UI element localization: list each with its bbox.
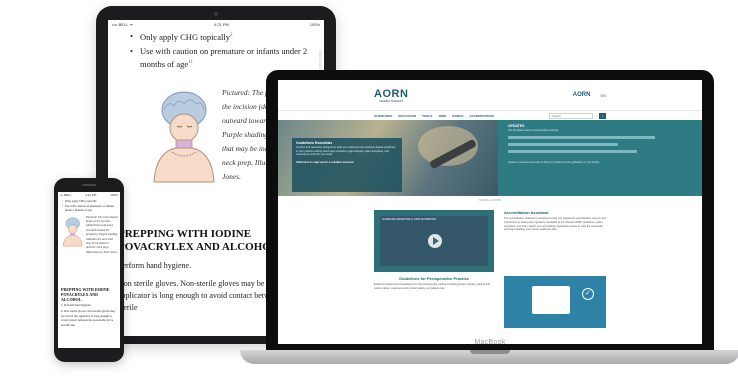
updates-note: Explore resources and tools to help you … xyxy=(508,161,600,164)
tablet-bullet-list: Only apply CHG topically2 Use with cauti… xyxy=(118,30,314,70)
updates-bar xyxy=(508,143,619,146)
updates-bar xyxy=(508,150,637,153)
search-input[interactable]: Search xyxy=(549,112,593,119)
phone-figure: Pictured: The prep should begin at the i… xyxy=(58,213,120,263)
video-block: GUIDELINE ESSENTIALS: SKIN ANTISEPSIS xyxy=(374,210,494,272)
accreditation-section: Accreditation Assistant The accreditatio… xyxy=(504,210,606,272)
phone-status-bar: ••• BELL 4:21 PM 100% xyxy=(58,192,120,197)
video-player[interactable]: GUIDELINE ESSENTIALS: SKIN ANTISEPSIS xyxy=(380,216,488,266)
header-right: AORN EN xyxy=(573,92,606,98)
hero-title: Guidelines Essentials xyxy=(296,141,333,145)
updates-title: UPDATES xyxy=(508,124,525,128)
footnote-link[interactable]: 11 xyxy=(188,60,193,65)
device-showcase: •••• BELL ᯤ 4:21 PM 100% Only apply CHG … xyxy=(0,0,738,376)
tablet-status-bar: •••• BELL ᯤ 4:21 PM 100% xyxy=(108,20,324,28)
patient-illustration xyxy=(63,217,83,246)
list-item: Only apply CHG topically2 xyxy=(130,30,314,43)
phone-device: ••• BELL 4:21 PM 100% Only apply CHG top… xyxy=(54,178,124,362)
paragraph: 2. Don sterile gloves. Non-sterile glove… xyxy=(61,309,116,327)
patient-illustration xyxy=(153,91,215,183)
updates-bar xyxy=(508,136,656,139)
list-item: Use with caution on premature or infants… xyxy=(62,204,117,213)
nav-item-guidelines[interactable]: GUIDELINES xyxy=(374,114,392,118)
hero-photo: Guidelines Essentials Content and resour… xyxy=(278,120,498,196)
video-title: GUIDELINE ESSENTIALS: SKIN ANTISEPSIS xyxy=(382,218,437,221)
tablet-clock: 4:21 PM xyxy=(213,22,229,27)
hero-banner: Guidelines Essentials Content and resour… xyxy=(278,120,702,196)
hero-signup-link[interactable]: Click here to sign up for a member accou… xyxy=(296,160,398,164)
main-nav: GUIDELINES EDUCATION TOOLS JOBS BOOKS AC… xyxy=(278,110,702,120)
tablet-camera xyxy=(214,12,218,16)
updates-text: Get the latest news in perioperative pra… xyxy=(508,129,559,132)
nav-item-books[interactable]: BOOKS xyxy=(452,114,463,118)
footnote-link[interactable]: 2 xyxy=(230,33,233,38)
tablet-carrier: •••• BELL ᯤ xyxy=(112,22,134,27)
content-row: Guidelines for Perioperative Practice Ev… xyxy=(278,272,702,328)
content-row: GUIDELINE ESSENTIALS: SKIN ANTISEPSIS Ac… xyxy=(278,204,702,272)
guidelines-text: Evidence-based recommendations for the p… xyxy=(374,283,491,290)
search-icon[interactable]: ⌕ xyxy=(599,112,606,119)
nav-item-accreditation[interactable]: ACCREDITATION xyxy=(469,114,493,118)
laptop-screen: AORN LEADING SURGERY AORN EN GUIDELINES … xyxy=(278,80,702,344)
hero-text: Content and resources designed to help y… xyxy=(296,146,396,157)
phone-clock: 4:21 PM xyxy=(85,193,97,197)
secondary-logo[interactable]: AORN xyxy=(573,92,591,98)
accreditation-text: The accreditation assistant is designed … xyxy=(504,217,606,232)
laptop-notch xyxy=(470,350,510,354)
promo-card[interactable]: ✓ xyxy=(504,276,606,328)
phone-bullet-list: Only apply CHG topically Use with cautio… xyxy=(58,197,120,213)
phone-speaker xyxy=(82,184,96,186)
site-header: AORN LEADING SURGERY AORN EN xyxy=(278,80,702,110)
tablet-battery: 100% xyxy=(309,22,320,27)
guidelines-section: Guidelines for Perioperative Practice Ev… xyxy=(374,276,494,328)
aorn-logo[interactable]: AORN LEADING SURGERY xyxy=(374,88,408,103)
phone-carrier: ••• BELL xyxy=(60,193,72,197)
language-selector[interactable]: EN xyxy=(600,93,606,98)
hero-side-panel: UPDATES Get the latest news in periopera… xyxy=(498,120,702,196)
laptop-brand-label: MacBook xyxy=(474,339,506,346)
accreditation-title: Accreditation Assistant xyxy=(504,210,549,215)
phone-battery: 100% xyxy=(110,193,118,197)
nav-item-jobs[interactable]: JOBS xyxy=(438,114,446,118)
nav-item-tools[interactable]: TOOLS xyxy=(422,114,432,118)
guidelines-title: Guidelines for Perioperative Practice xyxy=(398,276,470,281)
check-icon: ✓ xyxy=(582,288,594,300)
list-item: Use with caution on premature or infants… xyxy=(130,45,314,70)
scroll-down-hint[interactable]: SCROLL DOWN xyxy=(278,196,702,204)
play-icon[interactable] xyxy=(428,234,442,248)
phone-screen: ••• BELL 4:21 PM 100% Only apply CHG top… xyxy=(58,192,120,348)
hero-overlay-card: Guidelines Essentials Content and resour… xyxy=(292,138,402,192)
section-heading: PREPPING WITH IODINE POVACRYLEX AND ALCO… xyxy=(61,286,110,302)
figure-caption: Pictured: The prep should begin at the i… xyxy=(86,214,118,254)
nav-item-education[interactable]: EDUCATION xyxy=(398,114,416,118)
card-screen-illustration xyxy=(532,286,570,314)
